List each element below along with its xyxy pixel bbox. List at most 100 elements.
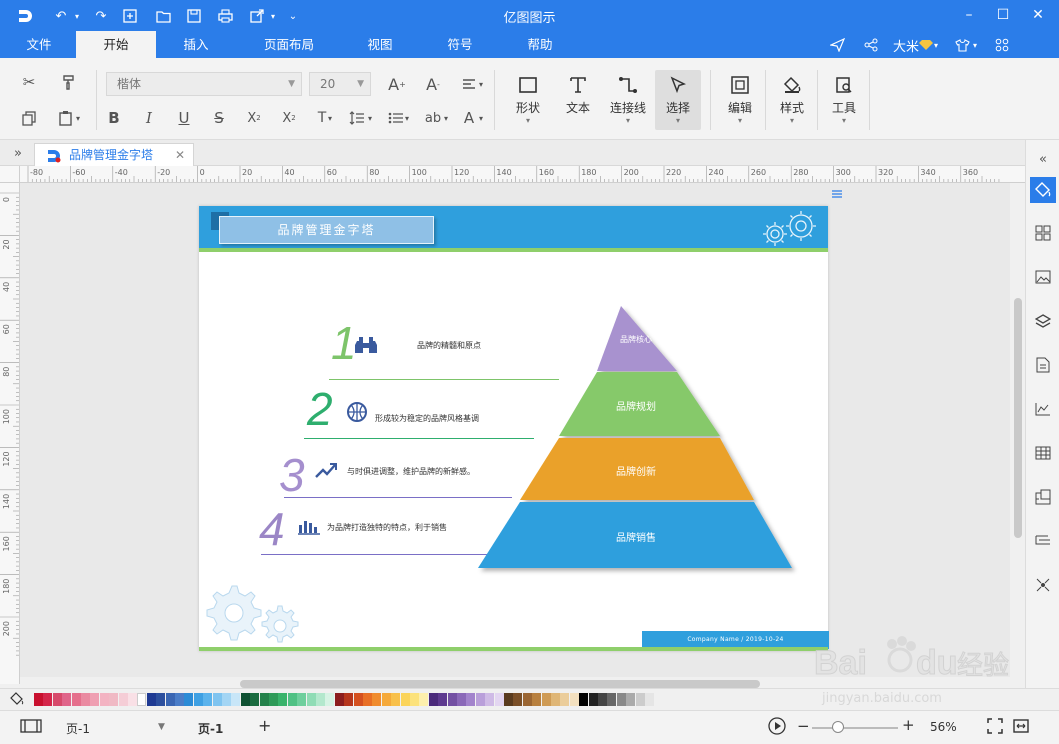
bold-icon[interactable]: B — [103, 107, 125, 129]
color-swatch[interactable] — [34, 693, 43, 706]
fit-page-icon[interactable] — [987, 718, 1003, 737]
layout-grid-icon[interactable] — [1030, 220, 1056, 246]
color-swatch[interactable] — [43, 693, 53, 706]
color-swatch[interactable] — [381, 693, 391, 706]
color-swatch[interactable] — [353, 693, 363, 706]
color-swatch[interactable] — [269, 693, 278, 706]
color-swatch[interactable] — [363, 693, 372, 706]
color-swatch[interactable] — [372, 693, 382, 706]
zoom-slider-knob[interactable] — [831, 721, 844, 733]
color-swatch[interactable] — [175, 693, 184, 706]
color-swatch[interactable] — [259, 693, 269, 706]
copy-icon[interactable] — [18, 107, 40, 129]
apps-grid-icon[interactable] — [995, 34, 1009, 56]
tools-button[interactable]: 工具 ▾ — [821, 70, 867, 130]
color-swatch[interactable] — [231, 693, 241, 706]
color-swatch[interactable] — [118, 693, 128, 706]
line-spacing-dropdown-icon[interactable]: ▾ — [365, 107, 375, 129]
menu-tab-file[interactable]: 文件 — [12, 31, 66, 58]
color-swatch[interactable] — [504, 693, 513, 706]
step-text[interactable]: 与时俱进调整，维护品牌的新鲜感。 — [347, 466, 475, 477]
document-tab[interactable]: 品牌管理金字塔 ✕ — [34, 143, 194, 166]
new-file-icon[interactable] — [121, 7, 139, 25]
color-swatch[interactable] — [165, 693, 175, 706]
export-dropdown-icon[interactable]: ▾ — [264, 7, 282, 25]
step-text[interactable]: 品牌的精髓和原点 — [417, 340, 481, 351]
zoom-out-icon[interactable]: − — [797, 717, 810, 735]
vertical-scrollbar[interactable] — [1011, 183, 1025, 677]
color-swatch[interactable] — [184, 693, 194, 706]
open-folder-icon[interactable] — [154, 7, 172, 25]
app-logo-icon[interactable] — [16, 7, 34, 25]
underline-icon[interactable]: U — [173, 107, 195, 129]
color-swatch[interactable] — [579, 693, 589, 706]
print-icon[interactable] — [216, 7, 234, 25]
color-swatch[interactable] — [645, 693, 654, 706]
step-text[interactable]: 为品牌打造独特的特点，利于销售 — [327, 522, 447, 533]
step-text[interactable]: 形成较为稳定的品牌风格基调 — [375, 413, 479, 424]
color-swatch[interactable] — [447, 693, 457, 706]
menu-tab-home[interactable]: 开始 — [76, 31, 156, 58]
diagram-title[interactable]: 品牌管理金字塔 — [219, 216, 434, 244]
color-swatch[interactable] — [344, 693, 354, 706]
color-swatch[interactable] — [626, 693, 636, 706]
color-swatch[interactable] — [52, 693, 62, 706]
text-tool-button[interactable]: 文本 — [555, 70, 601, 130]
color-swatch[interactable] — [193, 693, 203, 706]
color-swatch[interactable] — [588, 693, 598, 706]
connector-tool-button[interactable]: 连接线 ▾ — [605, 70, 651, 130]
italic-icon[interactable]: I — [138, 107, 160, 129]
color-swatch[interactable] — [569, 693, 579, 706]
page-handle-icon[interactable] — [831, 184, 843, 198]
color-swatch[interactable] — [62, 693, 72, 706]
color-swatch[interactable] — [137, 693, 147, 706]
page-document-icon[interactable] — [1030, 352, 1056, 378]
page-selector[interactable]: 页-1 — [66, 720, 90, 737]
color-swatch[interactable] — [334, 693, 344, 706]
data-chart-icon[interactable] — [1030, 396, 1056, 422]
fit-width-icon[interactable] — [1013, 718, 1029, 737]
color-swatch[interactable] — [212, 693, 222, 706]
color-swatch[interactable] — [391, 693, 401, 706]
edit-button[interactable]: 编辑 ▾ — [717, 70, 763, 130]
color-swatch[interactable] — [419, 693, 429, 706]
shape-tool-button[interactable]: 形状 ▾ — [505, 70, 551, 130]
color-swatch[interactable] — [306, 693, 316, 706]
fill-bucket-icon[interactable] — [10, 691, 26, 707]
color-swatch[interactable] — [400, 693, 410, 706]
color-swatch[interactable] — [222, 693, 231, 706]
select-tool-button[interactable]: 选择 ▾ — [655, 70, 701, 130]
color-swatch[interactable] — [146, 693, 156, 706]
page-selector-dropdown-icon[interactable]: ▼ — [158, 722, 165, 732]
play-icon[interactable] — [768, 717, 786, 738]
superscript-icon[interactable]: X2 — [243, 107, 265, 129]
color-swatch[interactable] — [156, 693, 166, 706]
color-swatch[interactable] — [278, 693, 288, 706]
close-tab-icon[interactable]: ✕ — [175, 144, 185, 166]
color-swatch[interactable] — [522, 693, 532, 706]
align-dropdown-icon[interactable]: ▾ — [476, 73, 486, 95]
fill-style-icon[interactable] — [1030, 177, 1056, 203]
color-swatch[interactable] — [541, 693, 551, 706]
save-icon[interactable] — [185, 7, 203, 25]
color-swatch[interactable] — [99, 693, 109, 706]
menu-tab-symbols[interactable]: 符号 — [434, 31, 486, 58]
color-swatch[interactable] — [532, 693, 542, 706]
color-swatch[interactable] — [287, 693, 297, 706]
vertical-scroll-thumb[interactable] — [1014, 298, 1022, 538]
minimize-button[interactable]: – — [955, 4, 983, 26]
color-swatch[interactable] — [466, 693, 476, 706]
cut-icon[interactable]: ✂ — [18, 71, 40, 93]
undo-dropdown-icon[interactable]: ▾ — [68, 7, 86, 25]
color-swatch[interactable] — [598, 693, 607, 706]
color-swatch[interactable] — [325, 693, 335, 706]
zoom-level[interactable]: 56% — [930, 720, 957, 734]
color-swatch[interactable] — [297, 693, 307, 706]
paste-dropdown-icon[interactable]: ▾ — [72, 107, 84, 129]
horizontal-scroll-thumb[interactable] — [240, 680, 760, 688]
send-icon[interactable] — [830, 34, 845, 56]
strikethrough-icon[interactable]: S — [208, 107, 230, 129]
add-page-icon[interactable]: + — [258, 716, 271, 735]
format-painter-icon[interactable] — [58, 71, 80, 93]
text-case-dropdown-icon[interactable]: ▾ — [325, 107, 335, 129]
